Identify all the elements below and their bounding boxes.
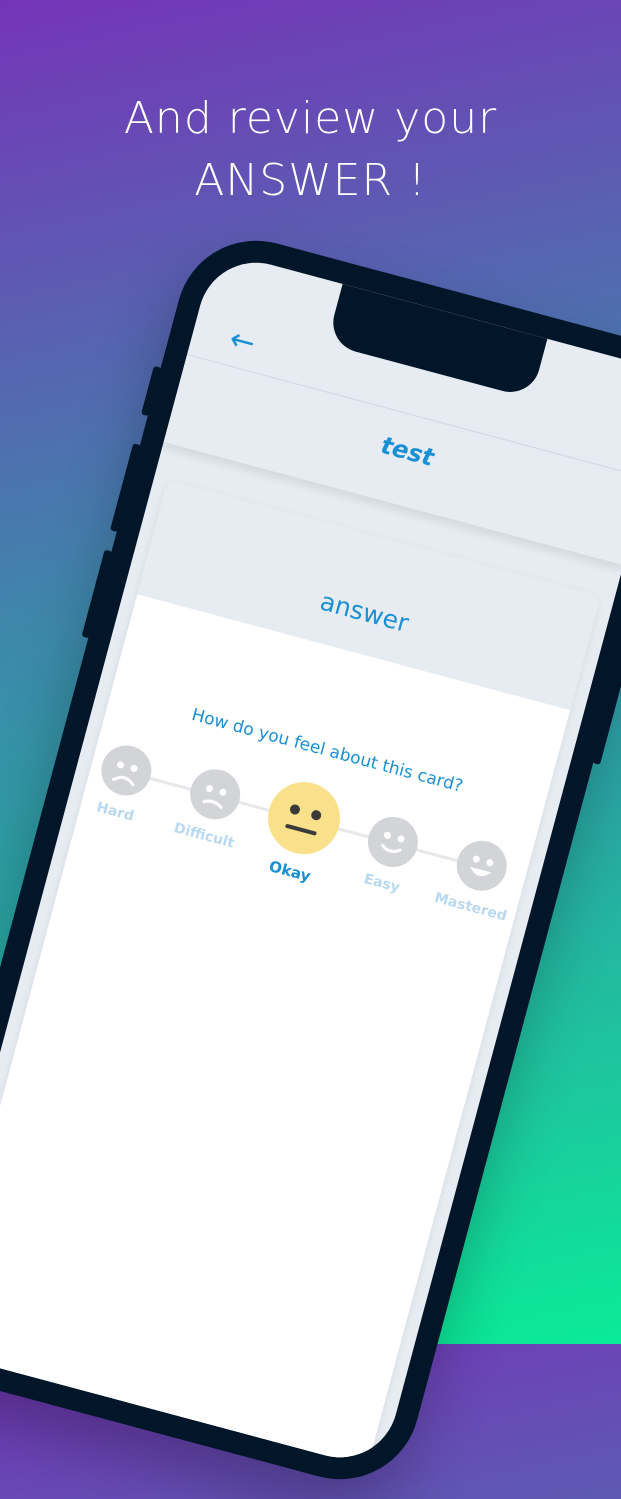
phone-mockup: ← test answer How do you feel about this… bbox=[0, 222, 621, 1498]
phone-silent-switch bbox=[141, 365, 162, 417]
phone-notch bbox=[326, 283, 548, 399]
back-button[interactable]: ← bbox=[218, 317, 267, 366]
headline-line-1: And review your bbox=[123, 93, 498, 144]
phone-volume-down bbox=[81, 549, 113, 639]
phone-screen: ← test answer How do you feel about this… bbox=[0, 249, 621, 1471]
arrow-left-icon: ← bbox=[225, 321, 259, 362]
phone-volume-up bbox=[109, 443, 142, 533]
promo-headline: And review your ANSWER ! bbox=[0, 88, 621, 212]
headline-line-2: ANSWER ! bbox=[194, 155, 427, 206]
rating-panel bbox=[0, 594, 571, 1471]
